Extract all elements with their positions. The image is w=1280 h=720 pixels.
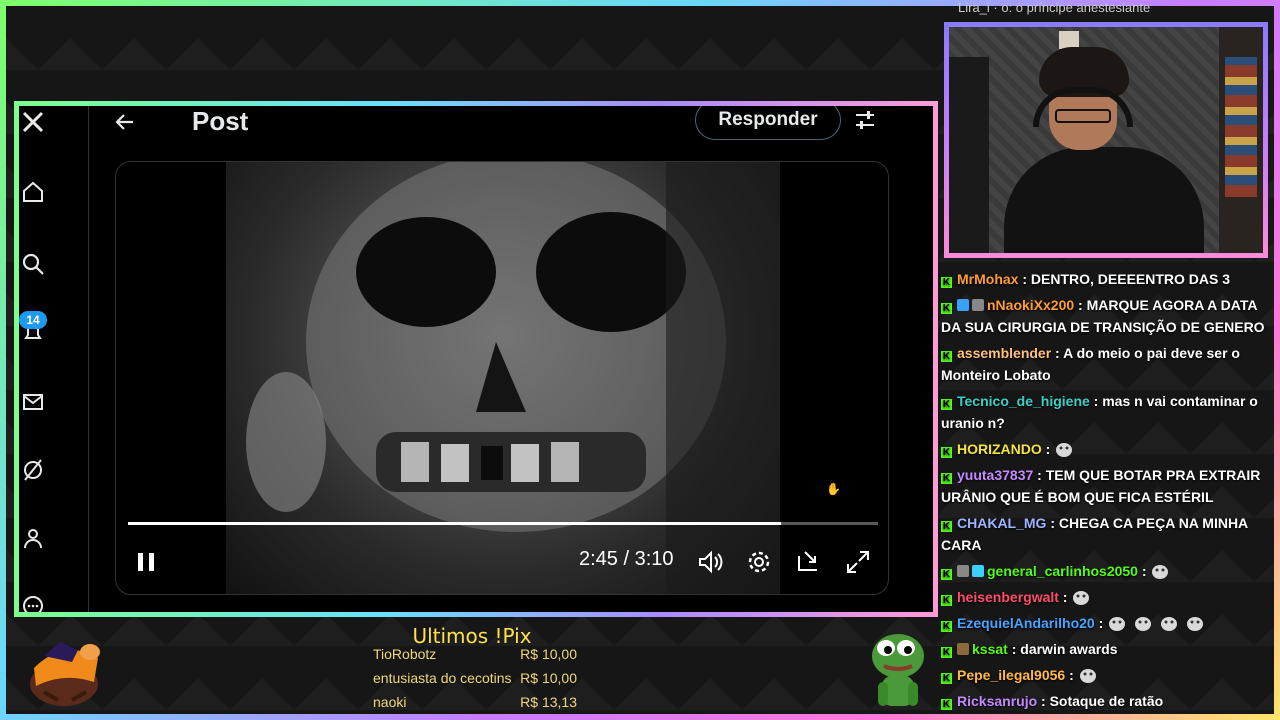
profile-icon[interactable] xyxy=(21,526,45,550)
chat-message: K MrMohax : DENTRO, DEEEENTRO DAS 3 xyxy=(941,271,1231,288)
mouse-cursor: ✋ xyxy=(826,482,841,496)
chat-message: KnNaokiXx200 : MARQUE AGORA A DATA DA SU… xyxy=(941,297,1265,335)
video-time: 2:45 / 3:10 xyxy=(579,548,674,570)
pause-icon[interactable] xyxy=(132,548,160,576)
chat-message: K HORIZANDO : xyxy=(941,438,1271,460)
pix-amount: R$ 10,00 xyxy=(520,670,577,686)
pix-donor: TioRobotz xyxy=(373,646,437,662)
chat-username[interactable]: Ricksanrujo xyxy=(957,693,1037,709)
chat-message: Kassemblender : A do meio o pai deve ser… xyxy=(941,345,1240,383)
kick-badge-icon: K xyxy=(941,569,952,580)
chat-username[interactable]: EzequielAndarilho20 xyxy=(957,615,1095,631)
chat-emote-icon xyxy=(1071,588,1091,606)
x-sidebar: 14 xyxy=(19,106,87,612)
chat-username[interactable]: heisenbergwalt xyxy=(957,589,1059,605)
chat-username[interactable]: nNaokiXx200 xyxy=(987,297,1074,313)
sidebar-divider xyxy=(88,106,89,612)
video-progress-fill xyxy=(128,522,781,525)
grok-icon[interactable] xyxy=(21,458,45,482)
chat-username[interactable]: CHAKAL_MG xyxy=(957,515,1046,531)
volume-icon[interactable] xyxy=(696,548,724,576)
notification-badge: 14 xyxy=(19,311,47,329)
user-badge-icon xyxy=(972,565,984,577)
x-logo-icon[interactable] xyxy=(21,110,45,134)
post-header: Post Responder xyxy=(89,106,909,146)
home-icon[interactable] xyxy=(21,180,45,204)
kick-badge-icon: K xyxy=(941,277,952,288)
kick-badge-icon: K xyxy=(941,399,952,410)
video-frame-skull xyxy=(226,162,780,594)
settings-gear-icon[interactable] xyxy=(745,548,773,576)
kick-badge-icon: K xyxy=(941,447,952,458)
chat-message: K Ricksanrujo : Sotaque de ratão xyxy=(941,693,1164,710)
reply-button[interactable]: Responder xyxy=(695,106,841,140)
chat-emote-icon xyxy=(1150,562,1170,580)
chat-emote-icon xyxy=(1078,666,1098,684)
webcam-feed xyxy=(944,22,1268,258)
pepe-frog-image xyxy=(866,626,928,712)
pix-row: entusiasta do cecotins R$ 10,00 xyxy=(373,670,577,692)
chat-emote-icon xyxy=(1107,614,1127,632)
chat-emote-icon xyxy=(1054,440,1074,458)
kick-badge-icon: K xyxy=(941,303,952,314)
video-controls: 2:45 / 3:10 xyxy=(116,540,888,586)
kick-badge-icon: K xyxy=(941,699,952,710)
pix-amount: R$ 13,13 xyxy=(520,694,577,710)
chat-message: K CHAKAL_MG : CHEGA CA PEÇA NA MINHA CARA xyxy=(941,515,1248,553)
kick-badge-icon: K xyxy=(941,673,952,684)
chat-emote-icon xyxy=(1159,614,1179,632)
kick-badge-icon: K xyxy=(941,473,952,484)
page-title: Post xyxy=(192,106,249,136)
chat-username[interactable]: general_carlinhos2050 xyxy=(987,563,1138,579)
chat-username[interactable]: assemblender xyxy=(957,345,1051,361)
video-player[interactable]: ✋ 2:45 / 3:10 xyxy=(115,161,889,595)
kick-badge-icon: K xyxy=(941,595,952,606)
user-badge-icon xyxy=(957,299,969,311)
chat-text: darwin awards xyxy=(1020,641,1118,657)
chat-message: Kkssat : darwin awards xyxy=(941,641,1118,658)
picture-in-picture-icon[interactable] xyxy=(795,548,823,576)
search-icon[interactable] xyxy=(21,252,45,276)
pix-row: TioRobotz R$ 10,00 xyxy=(373,646,577,668)
pix-donor: entusiasta do cecotins xyxy=(373,670,512,686)
more-icon[interactable] xyxy=(21,594,45,612)
chat-message: K Tecnico_de_higiene : mas n vai contamin… xyxy=(941,393,1258,431)
user-badge-icon xyxy=(957,643,969,655)
messages-icon[interactable] xyxy=(21,390,45,414)
chat-username[interactable]: yuuta37837 xyxy=(957,467,1033,483)
chat-text: Sotaque de ratão xyxy=(1049,693,1164,709)
chat-message: Kyuuta37837 : TEM QUE BOTAR PRA EXTRAIR … xyxy=(941,467,1261,505)
pix-title: Ultimos !Pix xyxy=(412,624,532,648)
user-badge-icon xyxy=(972,299,984,311)
pix-donor: naoki xyxy=(373,694,407,710)
kick-badge-icon: K xyxy=(941,351,952,362)
chat-text: DENTRO, DEEEENTRO DAS 3 xyxy=(1030,271,1231,287)
user-badge-icon xyxy=(957,565,969,577)
screen-capture: 14 Post Responder ✋ 2:45 / 3:10 xyxy=(14,101,938,617)
chat-emote-icon xyxy=(1185,614,1205,632)
chat-panel: K MrMohax : DENTRO, DEEEENTRO DAS 3 KnNaok… xyxy=(941,268,1271,714)
chat-message: K EzequielAndarilho20 : xyxy=(941,612,1271,634)
pix-row: naoki R$ 13,13 xyxy=(373,694,577,716)
fullscreen-icon[interactable] xyxy=(844,548,872,576)
chat-username[interactable]: HORIZANDO xyxy=(957,441,1042,457)
back-arrow-icon[interactable] xyxy=(113,110,137,134)
chat-emote-icon xyxy=(1133,614,1153,632)
video-progress-track[interactable] xyxy=(128,522,878,525)
chat-username[interactable]: Tecnico_de_higiene xyxy=(957,393,1090,409)
chat-message: Kheisenbergwalt : xyxy=(941,586,1271,608)
chat-message: Kgeneral_carlinhos2050 : xyxy=(941,560,1271,582)
fox-mascot-image xyxy=(24,628,106,708)
chat-partial-message: Lira_i · o: o príncipe anestesiante xyxy=(958,0,1151,15)
pix-amount: R$ 10,00 xyxy=(520,646,577,662)
chat-message: K Pepe_ilegal9056 : xyxy=(941,664,1271,686)
chat-username[interactable]: Pepe_ilegal9056 xyxy=(957,667,1065,683)
settings-sliders-icon[interactable] xyxy=(853,108,877,132)
chat-username[interactable]: kssat xyxy=(972,641,1008,657)
kick-badge-icon: K xyxy=(941,621,952,632)
kick-badge-icon: K xyxy=(941,647,952,658)
chat-username[interactable]: MrMohax xyxy=(957,271,1018,287)
kick-badge-icon: K xyxy=(941,521,952,532)
